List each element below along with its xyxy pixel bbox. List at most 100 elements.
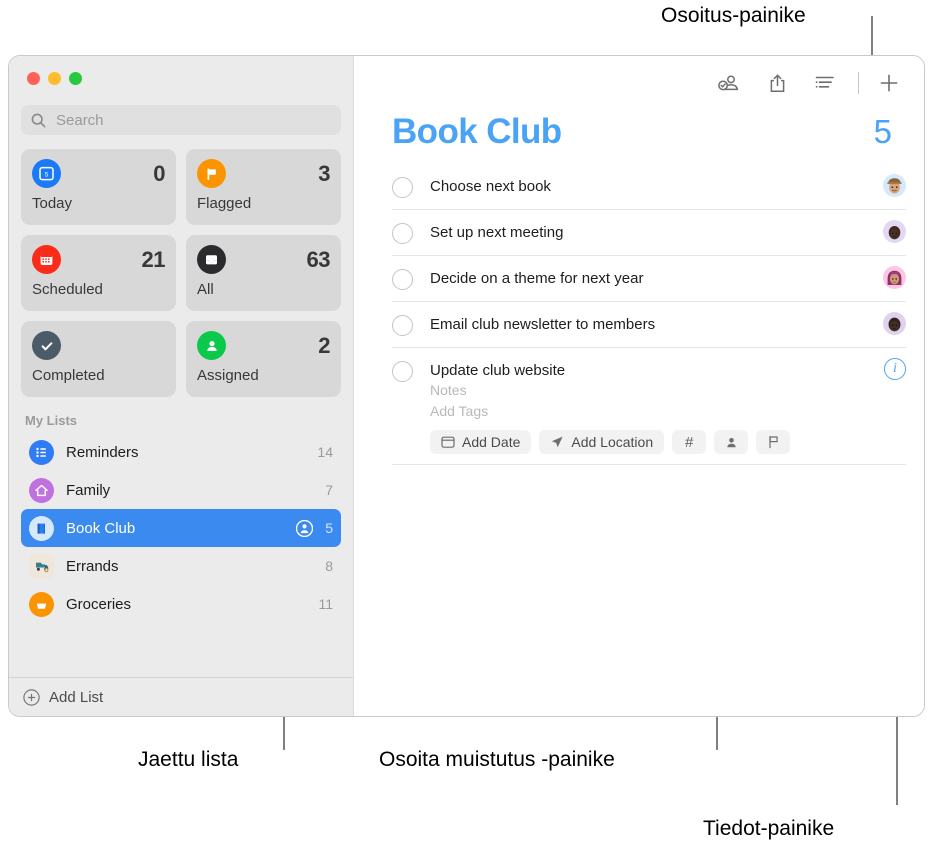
reminders-window: 5 0 Today 3 Flagged	[8, 55, 925, 717]
sidebar-item-count: 7	[325, 482, 333, 498]
reminder-title: Update club website	[430, 362, 566, 379]
reminder-title: Decide on a theme for next year	[430, 270, 644, 287]
tile-today[interactable]: 5 0 Today	[21, 149, 176, 225]
quick-filter-tiles: 5 0 Today 3 Flagged 21 Scheduled 63 All …	[9, 135, 353, 397]
sidebar-item-count: 8	[325, 558, 333, 574]
list-bullet-icon	[29, 439, 54, 465]
calendar-icon	[32, 245, 61, 274]
flag-icon	[197, 159, 226, 188]
list-view-icon	[815, 76, 834, 88]
toolbar	[354, 56, 924, 110]
reminder-checkbox[interactable]	[392, 315, 413, 336]
reminder-checkbox[interactable]	[392, 269, 413, 290]
reminder-row[interactable]: Decide on a theme for next year	[392, 256, 906, 302]
basket-icon	[29, 591, 54, 617]
assign-reminder-button[interactable]	[712, 68, 746, 98]
reminder-row-expanded[interactable]: Update club website Notes Add Tags Add D…	[392, 348, 906, 465]
reminder-body: Email club newsletter to members	[413, 302, 877, 344]
assignee-avatar-memoji-hat[interactable]	[883, 174, 906, 197]
reminders-list: Choose next book Set up next meeting Dec…	[354, 164, 924, 465]
sidebar-item-errands[interactable]: Errands 8	[21, 547, 341, 585]
reminder-trailing	[877, 256, 906, 289]
person-badge-check-icon	[718, 75, 739, 91]
book-icon	[29, 515, 54, 541]
reminder-body: Decide on a theme for next year	[413, 256, 877, 298]
truck-icon	[29, 553, 54, 579]
plus-icon	[880, 74, 898, 92]
reminder-row[interactable]: Choose next book	[392, 164, 906, 210]
reminder-title: Set up next meeting	[430, 224, 564, 241]
tile-scheduled[interactable]: 21 Scheduled	[21, 235, 176, 311]
tile-flagged[interactable]: 3 Flagged	[186, 149, 341, 225]
tile-label: Scheduled	[32, 281, 103, 298]
sidebar-item-count: 11	[318, 596, 333, 612]
add-date-button[interactable]: Add Date	[430, 430, 532, 454]
assignee-avatar-memoji-dark2[interactable]	[883, 312, 906, 335]
reminder-body: Update club website Notes Add Tags Add D…	[413, 348, 878, 464]
reminder-row[interactable]: Email club newsletter to members	[392, 302, 906, 348]
reminder-tags-placeholder[interactable]: Add Tags	[430, 401, 878, 422]
sidebar-item-label: Family	[66, 481, 111, 499]
reminder-detail-chips: Add Date Add Location #	[430, 430, 878, 454]
sidebar-item-count: 5	[325, 520, 333, 536]
reminder-trailing	[877, 164, 906, 197]
tile-label: Today	[32, 195, 73, 212]
sidebar-item-label: Reminders	[66, 443, 139, 461]
sidebar-item-count: 14	[317, 444, 333, 460]
search-input[interactable]	[54, 110, 331, 130]
assignee-avatar-memoji-pink[interactable]	[883, 266, 906, 289]
add-list-label: Add List	[49, 688, 104, 706]
tile-assigned[interactable]: 2 Assigned	[186, 321, 341, 397]
add-list-button[interactable]: Add List	[9, 677, 353, 716]
add-reminder-button[interactable]	[872, 68, 906, 98]
page-title: Book Club	[392, 112, 562, 151]
callout-assign-reminder: Osoita muistutus -painike	[379, 748, 615, 771]
tile-count: 0	[153, 160, 165, 186]
reminder-trailing: i	[878, 348, 906, 380]
zoom-button[interactable]	[69, 72, 82, 85]
tile-completed[interactable]: Completed	[21, 321, 176, 397]
inbox-icon	[197, 245, 226, 274]
sidebar-item-groceries[interactable]: Groceries 11	[21, 585, 341, 623]
tile-count: 21	[141, 246, 166, 272]
tile-label: All	[197, 281, 214, 298]
person-fill-icon	[726, 437, 736, 447]
add-location-button[interactable]: Add Location	[539, 430, 665, 454]
add-tag-button[interactable]: #	[672, 430, 707, 454]
tile-all[interactable]: 63 All	[186, 235, 341, 311]
callout-shared-list: Jaettu lista	[138, 748, 239, 771]
flag-button[interactable]	[756, 430, 791, 454]
sidebar-item-family[interactable]: Family 7	[21, 471, 341, 509]
flag-outline-icon	[769, 436, 778, 449]
reminder-checkbox[interactable]	[392, 361, 413, 382]
list-header: Book Club 5	[354, 110, 924, 152]
tile-count: 63	[306, 246, 331, 272]
list-view-button[interactable]	[808, 68, 842, 98]
info-button[interactable]: i	[884, 358, 906, 380]
tile-count: 2	[318, 332, 330, 358]
sidebar-item-book-club[interactable]: Book Club 5	[21, 509, 341, 547]
reminder-body: Set up next meeting	[413, 210, 877, 252]
sidebar-item-label: Errands	[66, 557, 119, 575]
main-pane: Book Club 5 Choose next book Set up next…	[353, 56, 924, 716]
sidebar-item-label: Book Club	[66, 519, 136, 537]
reminder-row[interactable]: Set up next meeting	[392, 210, 906, 256]
reminder-body: Choose next book	[413, 164, 877, 206]
assignee-avatar-memoji-dark[interactable]	[883, 220, 906, 243]
close-button[interactable]	[27, 72, 40, 85]
reminder-title: Email club newsletter to members	[430, 316, 656, 333]
share-button[interactable]	[760, 68, 794, 98]
reminder-notes-placeholder[interactable]: Notes	[430, 380, 878, 401]
search-icon	[31, 113, 46, 127]
assign-to-button[interactable]	[714, 430, 749, 454]
sidebar-item-reminders[interactable]: Reminders 14	[21, 433, 341, 471]
reminder-checkbox[interactable]	[392, 177, 413, 198]
reminder-checkbox[interactable]	[392, 223, 413, 244]
window-traffic-lights	[9, 56, 353, 86]
add-location-label: Add Location	[571, 434, 654, 450]
tile-label: Assigned	[197, 367, 259, 384]
search-field[interactable]	[21, 105, 341, 135]
calendar-day-icon: 5	[32, 159, 61, 188]
minimize-button[interactable]	[48, 72, 61, 85]
checkmark-icon	[32, 331, 61, 360]
